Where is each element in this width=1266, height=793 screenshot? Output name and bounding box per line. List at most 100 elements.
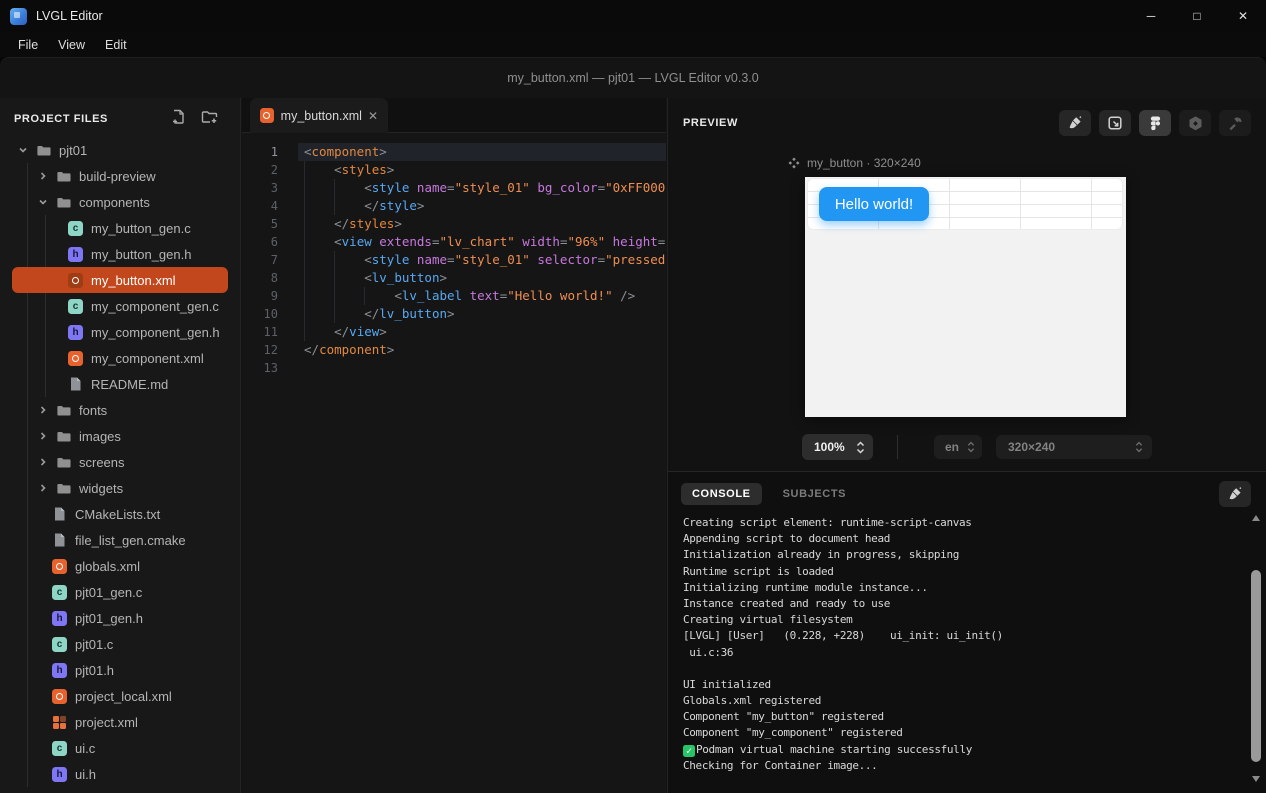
code-line-3[interactable]: 3 <style name="style_01" bg_color="0xFF0… xyxy=(242,179,666,197)
tree-item-label: screens xyxy=(79,455,125,470)
tab-close-icon[interactable]: ✕ xyxy=(368,109,378,123)
menu-view[interactable]: View xyxy=(48,35,95,55)
hammer-icon[interactable] xyxy=(1219,110,1251,136)
subtitle-bar: my_button.xml — pjt01 — LVGL Editor v0.3… xyxy=(0,58,1266,98)
tree-item-my-button-gen-c[interactable]: cmy_button_gen.c xyxy=(12,215,228,241)
console-line: ✓Podman virtual machine starting success… xyxy=(683,742,1244,758)
hello-world-button[interactable]: Hello world! xyxy=(819,187,929,221)
project-files-panel: PROJECT FILES pjt01build-previewcomponen… xyxy=(0,98,241,793)
code-line-text: <style name="style_01" bg_color="0xFF000… xyxy=(304,179,666,197)
code-line-10[interactable]: 10 </lv_button> xyxy=(242,305,666,323)
console-line: Instance created and ready to use xyxy=(683,596,1244,612)
h-file-icon: h xyxy=(52,663,67,678)
tree-item-file-list-gen-cmake[interactable]: file_list_gen.cmake xyxy=(12,527,228,553)
tree-item-components[interactable]: components xyxy=(12,189,228,215)
close-button[interactable]: ✕ xyxy=(1220,0,1266,32)
scroll-up-icon[interactable] xyxy=(1249,512,1263,524)
tree-item-my-component-xml[interactable]: my_component.xml xyxy=(12,345,228,371)
tree-item-label: project_local.xml xyxy=(75,689,172,704)
tree-item-my-component-gen-c[interactable]: cmy_component_gen.c xyxy=(12,293,228,319)
content-shell: my_button.xml — pjt01 — LVGL Editor v0.3… xyxy=(0,57,1266,793)
code-line-6[interactable]: 6 <view extends="lv_chart" width="96%" h… xyxy=(242,233,666,251)
xml-file-icon xyxy=(52,559,67,574)
tree-item-my-button-xml[interactable]: my_button.xml xyxy=(12,267,228,293)
tree-item-fonts[interactable]: fonts xyxy=(12,397,228,423)
app-icon xyxy=(10,8,27,25)
zoom-select[interactable]: 100% xyxy=(802,434,873,460)
h-file-icon: h xyxy=(68,325,83,340)
broom-icon[interactable] xyxy=(1059,110,1091,136)
code-line-5[interactable]: 5 </styles> xyxy=(242,215,666,233)
minimize-button[interactable]: ─ xyxy=(1128,0,1174,32)
figma-icon[interactable] xyxy=(1139,110,1171,136)
tree-item-my-button-gen-h[interactable]: hmy_button_gen.h xyxy=(12,241,228,267)
new-folder-icon[interactable] xyxy=(201,109,218,130)
scrollbar-thumb[interactable] xyxy=(1251,570,1261,762)
folder-icon xyxy=(56,481,71,496)
tree-item-project-xml[interactable]: project.xml xyxy=(12,709,228,735)
code-line-9[interactable]: 9 <lv_label text="Hello world!" /> xyxy=(242,287,666,305)
code-line-12[interactable]: 12</component> xyxy=(242,341,666,359)
code-line-8[interactable]: 8 <lv_button> xyxy=(242,269,666,287)
tree-item-label: ui.c xyxy=(75,741,95,756)
tree-item-pjt01-gen-c[interactable]: cpjt01_gen.c xyxy=(12,579,228,605)
xml-file-icon xyxy=(52,689,67,704)
tree-item-label: CMakeLists.txt xyxy=(75,507,160,522)
language-select[interactable]: en xyxy=(934,435,982,459)
tab-my-button-xml[interactable]: my_button.xml ✕ xyxy=(250,98,388,133)
tree-item-pjt01[interactable]: pjt01 xyxy=(12,137,228,163)
scroll-down-icon[interactable] xyxy=(1249,773,1263,785)
maximize-button[interactable]: □ xyxy=(1174,0,1220,32)
tree-item-globals-xml[interactable]: globals.xml xyxy=(12,553,228,579)
code-line-text: <lv_button> xyxy=(304,269,666,287)
code-line-13[interactable]: 13 xyxy=(242,359,666,377)
tree-item-build-preview[interactable]: build-preview xyxy=(12,163,228,189)
title-bar: LVGL Editor ─ □ ✕ xyxy=(0,0,1266,32)
code-line-11[interactable]: 11 </view> xyxy=(242,323,666,341)
c-file-icon: c xyxy=(68,299,83,314)
tab-console[interactable]: CONSOLE xyxy=(681,483,762,505)
code-line-7[interactable]: 7 <style name="style_01" selector="press… xyxy=(242,251,666,269)
zoom-value: 100% xyxy=(814,440,845,454)
console-log[interactable]: Creating script element: runtime-script-… xyxy=(683,515,1244,789)
tree-item-my-component-gen-h[interactable]: hmy_component_gen.h xyxy=(12,319,228,345)
tree-item-ui-c[interactable]: cui.c xyxy=(12,735,228,761)
tree-item-screens[interactable]: screens xyxy=(12,449,228,475)
tree-item-cmakelists-txt[interactable]: CMakeLists.txt xyxy=(12,501,228,527)
line-number: 5 xyxy=(242,215,278,233)
component-icon xyxy=(788,157,800,169)
tree-item-images[interactable]: images xyxy=(12,423,228,449)
folder-icon xyxy=(56,169,71,184)
new-file-icon[interactable] xyxy=(171,109,187,130)
h-file-icon: h xyxy=(68,247,83,262)
tree-item-widgets[interactable]: widgets xyxy=(12,475,228,501)
hexagon-settings-icon[interactable] xyxy=(1179,110,1211,136)
code-line-text: <lv_label text="Hello world!" /> xyxy=(304,287,666,305)
menu-file[interactable]: File xyxy=(8,35,48,55)
tree-item-project-local-xml[interactable]: project_local.xml xyxy=(12,683,228,709)
tree-item-pjt01-gen-h[interactable]: hpjt01_gen.h xyxy=(12,605,228,631)
tree-item-readme-md[interactable]: README.md xyxy=(12,371,228,397)
tab-label: my_button.xml xyxy=(281,109,362,123)
tree-item-label: globals.xml xyxy=(75,559,140,574)
console-line: Initializing runtime module instance... xyxy=(683,580,1244,596)
console-line: UI initialized xyxy=(683,677,1244,693)
clear-console-broom-icon[interactable] xyxy=(1219,481,1251,507)
code-area[interactable]: 1<component>2 <styles>3 <style name="sty… xyxy=(242,133,666,793)
code-line-1[interactable]: 1<component> xyxy=(242,143,666,161)
tree-item-pjt01-c[interactable]: cpjt01.c xyxy=(12,631,228,657)
menu-edit[interactable]: Edit xyxy=(95,35,137,55)
tree-item-pjt01-h[interactable]: h pjt01.h xyxy=(12,657,228,683)
tree-item-ui-h[interactable]: hui.h xyxy=(12,761,228,787)
resolution-value: 320×240 xyxy=(1008,440,1055,454)
xml-file-icon xyxy=(68,351,83,366)
code-line-4[interactable]: 4 </style> xyxy=(242,197,666,215)
tree-item-label: pjt01.h xyxy=(75,663,114,678)
tree-item-label: components xyxy=(79,195,150,210)
console-line: Checking for Container image... xyxy=(683,758,1244,774)
tab-subjects[interactable]: SUBJECTS xyxy=(772,483,857,505)
export-window-icon[interactable] xyxy=(1099,110,1131,136)
line-number: 8 xyxy=(242,269,278,287)
resolution-select[interactable]: 320×240 xyxy=(996,435,1152,459)
code-line-2[interactable]: 2 <styles> xyxy=(242,161,666,179)
